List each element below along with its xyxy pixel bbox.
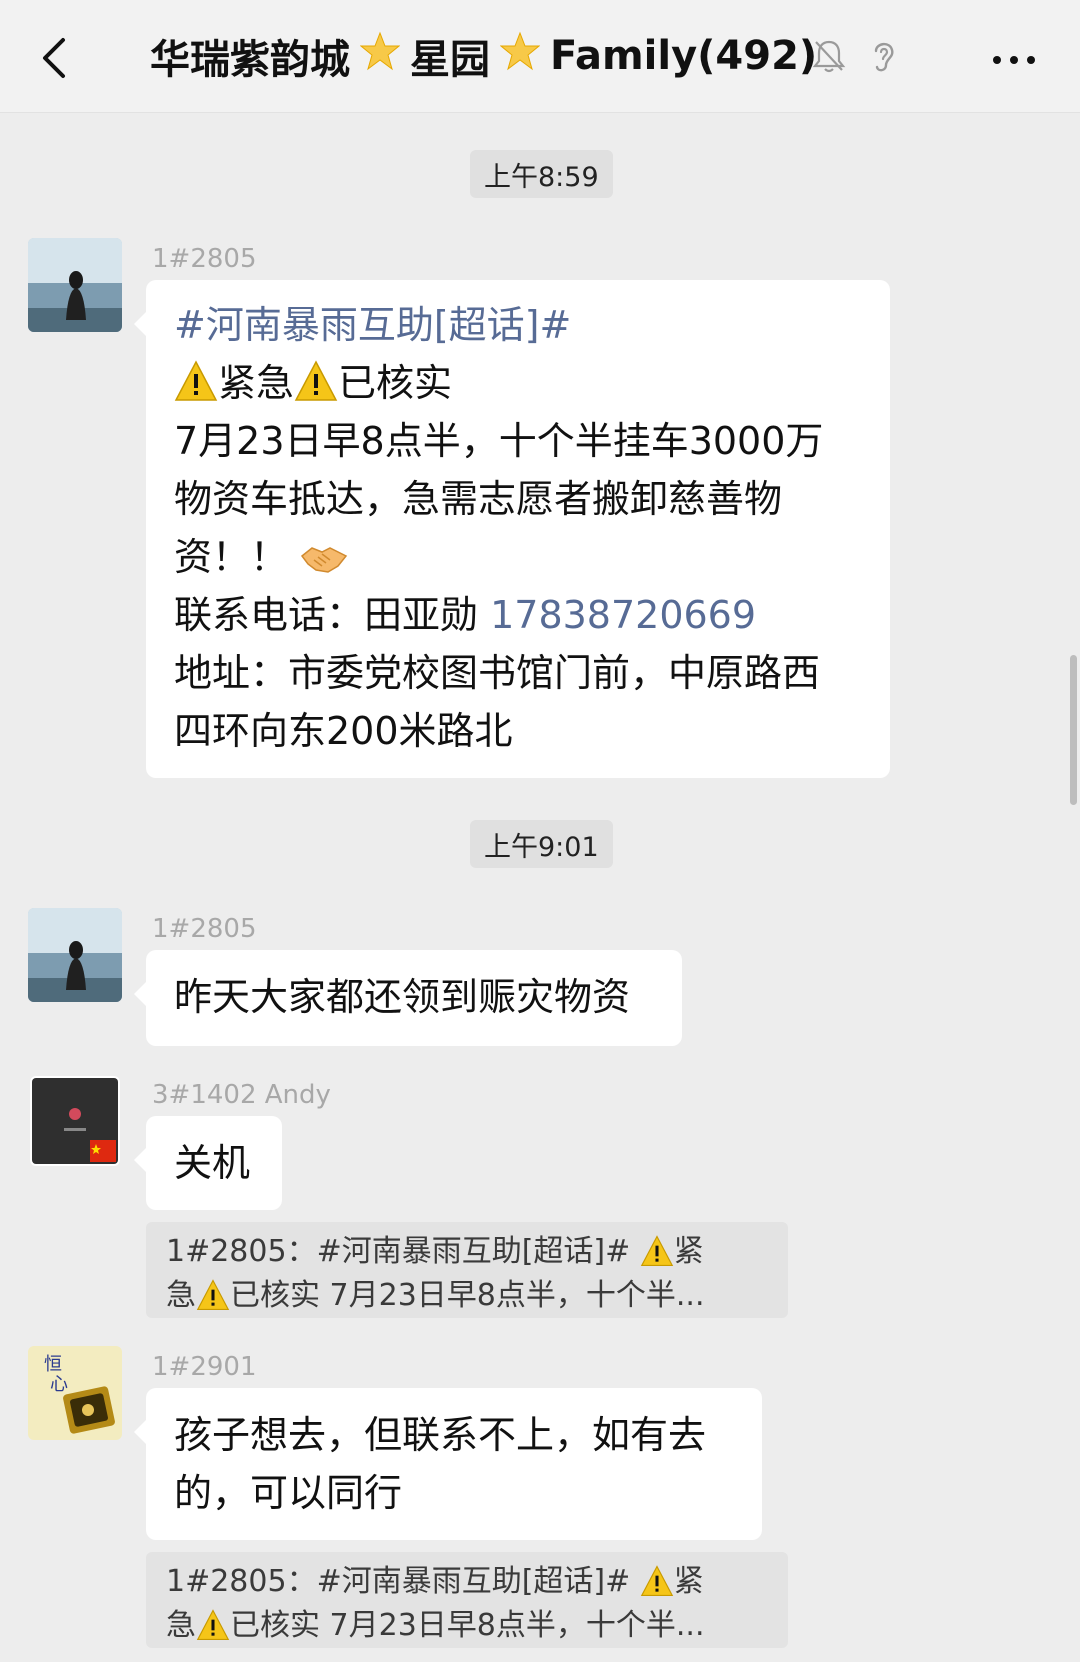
warning-icon: [640, 1565, 673, 1597]
message-line: 孩子想去，但联系不上，如有去: [174, 1413, 707, 1457]
message-text: 资！！: [174, 535, 289, 579]
avatar[interactable]: [28, 238, 122, 332]
hashtag-link[interactable]: #河南暴雨互助[超话]#: [174, 296, 862, 354]
title-name: 华瑞紫韵城: [150, 37, 350, 83]
chat-header: 华瑞紫韵城 星园 Family(492): [0, 0, 1080, 113]
chat-title: 华瑞紫韵城 星园 Family(492): [150, 26, 850, 86]
message-line: 7月23日早8点半，十个半挂车3000万: [174, 419, 824, 463]
phone-link[interactable]: 17838720669: [490, 593, 756, 637]
more-dots-icon: [993, 56, 1035, 64]
quote-text: 已核实 7月23日早8点半，十个半...: [230, 1278, 705, 1313]
star-icon: [359, 31, 401, 81]
title-sub: 星园: [410, 37, 490, 83]
contact-label: 联系电话：田亚勋: [174, 593, 491, 637]
avatar[interactable]: 恒 心: [28, 1346, 122, 1440]
bell-slash-icon: [812, 40, 846, 73]
message-line: 资！！: [174, 528, 862, 586]
sender-name: 1#2901: [152, 1352, 257, 1382]
timestamp: 上午9:01: [470, 820, 613, 868]
scrollbar[interactable]: [1070, 655, 1077, 805]
quote-text: 已核实 7月23日早8点半，十个半...: [230, 1608, 705, 1643]
message-bubble[interactable]: 昨天大家都还领到赈灾物资: [134, 950, 682, 1046]
quote-text: 紧: [673, 1564, 704, 1599]
handshake-icon: [301, 547, 348, 573]
message-line: 四环向东200米路北: [174, 709, 513, 753]
avatar[interactable]: [30, 1076, 120, 1166]
message-line: 紧急 已核实: [174, 354, 862, 412]
message-bubble[interactable]: 关机: [134, 1116, 282, 1210]
urgent-text: 紧急: [218, 361, 295, 405]
quote-line: 急已核实 7月23日早8点半，十个半...: [166, 1604, 768, 1648]
message-line: 联系电话：田亚勋 17838720669: [174, 586, 862, 644]
warning-icon: [174, 360, 218, 401]
warning-icon: [294, 360, 338, 401]
quote-text: 紧: [673, 1234, 704, 1269]
back-button[interactable]: [24, 28, 84, 88]
message-line: 地址：市委党校图书馆门前，中原路西: [174, 651, 821, 695]
quote-text: 急: [166, 1608, 196, 1643]
quote-line: 1#2805：#河南暴雨互助[超话]# 紧: [166, 1230, 768, 1274]
star-icon: [499, 31, 541, 81]
ear-icon: [874, 42, 894, 72]
quote-text: 1#2805：#河南暴雨互助[超话]#: [166, 1564, 640, 1599]
verified-text: 已核实: [338, 361, 453, 405]
svg-text:恒: 恒: [44, 1354, 62, 1375]
quoted-message[interactable]: 1#2805：#河南暴雨互助[超话]# 紧 急已核实 7月23日早8点半，十个半…: [146, 1552, 788, 1648]
avatar[interactable]: [28, 908, 122, 1002]
warning-icon: [196, 1609, 230, 1641]
chat-screen: 华瑞紫韵城 星园 Family(492) 上午8:59 1#2805 #河南暴雨…: [0, 0, 1080, 1662]
message-line: 昨天大家都还领到赈灾物资: [174, 975, 631, 1019]
warning-icon: [640, 1235, 673, 1267]
message-bubble[interactable]: #河南暴雨互助[超话]# 紧急 已核实 7月23日早8点半，十个半挂车3000万 …: [134, 280, 890, 778]
quote-text: 急: [166, 1278, 196, 1313]
sender-name: 1#2805: [152, 244, 257, 274]
timestamp: 上午8:59: [470, 150, 613, 198]
more-options-button[interactable]: [984, 30, 1044, 90]
header-status-icons: [812, 36, 898, 76]
warning-icon: [196, 1279, 230, 1311]
sender-name: 3#1402 Andy: [152, 1080, 331, 1110]
sender-name: 1#2805: [152, 914, 257, 944]
title-family: Family(492): [550, 33, 818, 79]
message-line: 的，可以同行: [174, 1471, 403, 1515]
message-line: 关机: [174, 1141, 251, 1185]
message-line: 物资车抵达，急需志愿者搬卸慈善物: [174, 477, 783, 521]
quote-text: 1#2805：#河南暴雨互助[超话]#: [166, 1234, 640, 1269]
quote-line: 1#2805：#河南暴雨互助[超话]# 紧: [166, 1560, 768, 1604]
quoted-message[interactable]: 1#2805：#河南暴雨互助[超话]# 紧 急已核实 7月23日早8点半，十个半…: [146, 1222, 788, 1318]
quote-line: 急已核实 7月23日早8点半，十个半...: [166, 1274, 768, 1318]
chevron-left-icon: [43, 38, 65, 78]
svg-text:心: 心: [50, 1374, 68, 1395]
message-bubble[interactable]: 孩子想去，但联系不上，如有去 的，可以同行: [134, 1388, 762, 1540]
